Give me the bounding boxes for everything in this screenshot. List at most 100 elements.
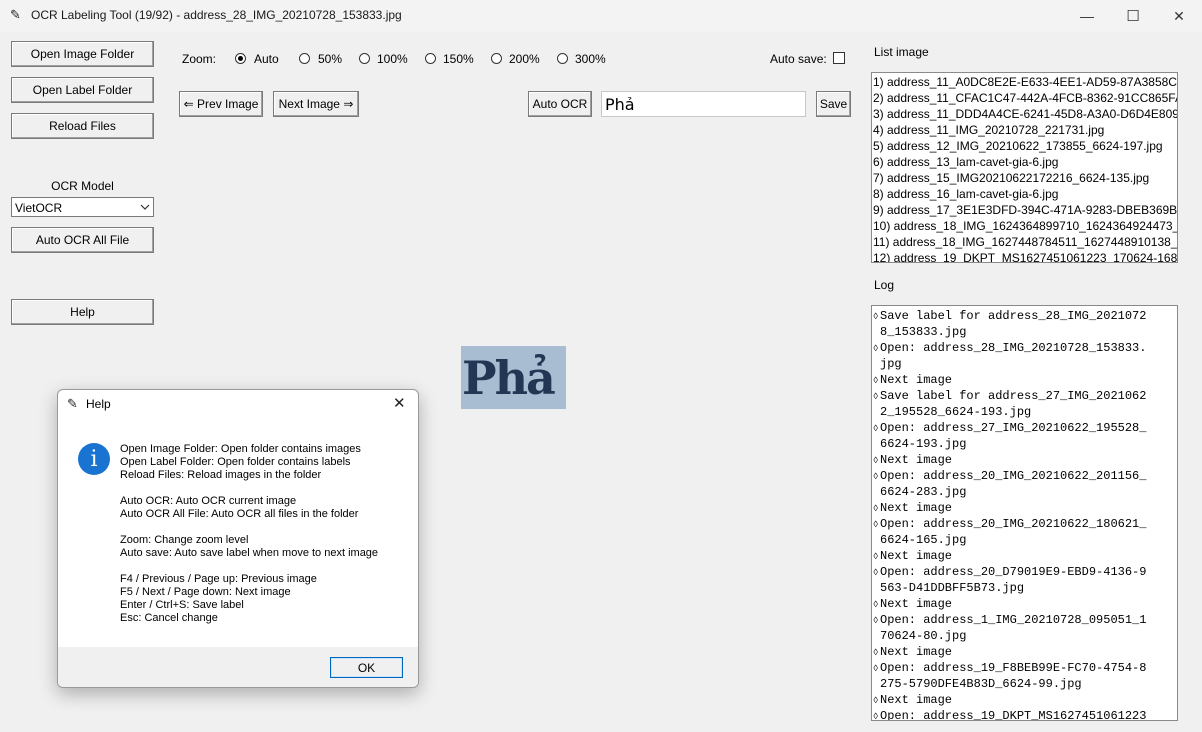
log-textbox[interactable]: ◊ Save label for address_28_IMG_2021072 8_… xyxy=(871,305,1178,721)
log-marker-icon: ◊ xyxy=(873,568,879,578)
log-line-text: Next image xyxy=(880,373,953,387)
log-line: 6624-193.jpg xyxy=(872,436,1177,452)
help-line: Open Label Folder: Open folder contains … xyxy=(120,456,351,468)
auto-save-label: Auto save: xyxy=(770,52,827,66)
dialog-title: Help xyxy=(86,397,111,411)
log-line: 275-5790DFE4B83D_6624-99.jpg xyxy=(872,676,1177,692)
list-item[interactable]: 11) address_18_IMG_1627448784511_1627448… xyxy=(872,234,1177,250)
image-listbox[interactable]: 1) address_11_A0DC8E2E-E633-4EE1-AD59-87… xyxy=(871,72,1178,263)
log-line: ◊ Open: address_20_D79019E9-EBD9-4136-9 xyxy=(872,564,1177,580)
list-item[interactable]: 1) address_11_A0DC8E2E-E633-4EE1-AD59-87… xyxy=(872,74,1177,90)
log-line-text: Next image xyxy=(880,453,953,467)
log-line: 563-D41DDBFF5B73.jpg xyxy=(872,580,1177,596)
list-item[interactable]: 5) address_12_IMG_20210622_173855_6624-1… xyxy=(872,138,1177,154)
log-line: 6624-283.jpg xyxy=(872,484,1177,500)
list-item[interactable]: 6) address_13_lam-cavet-gia-6.jpg xyxy=(872,154,1177,170)
radio-icon xyxy=(491,53,502,64)
help-line xyxy=(120,521,410,534)
help-line: Enter / Ctrl+S: Save label xyxy=(120,599,244,611)
ocr-model-label: OCR Model xyxy=(51,179,114,193)
help-button[interactable]: Help xyxy=(11,299,154,325)
log-line: jpg xyxy=(872,356,1177,372)
log-line-text: Save label for address_28_IMG_2021072 xyxy=(880,309,1147,323)
auto-save-checkbox[interactable] xyxy=(833,52,845,64)
log-line: ◊ Open: address_1_IMG_20210728_095051_1 xyxy=(872,612,1177,628)
help-line: F5 / Next / Page down: Next image xyxy=(120,586,291,598)
log-marker-icon: ◊ xyxy=(873,312,879,322)
list-item[interactable]: 2) address_11_CFAC1C47-442A-4FCB-8362-91… xyxy=(872,90,1177,106)
ocr-model-select[interactable]: VietOCR xyxy=(11,197,154,217)
minimize-button[interactable]: — xyxy=(1064,0,1110,32)
ok-button[interactable]: OK xyxy=(330,657,403,678)
list-item[interactable]: 7) address_15_IMG20210622172216_6624-135… xyxy=(872,170,1177,186)
help-line: Zoom: Change zoom level xyxy=(120,534,249,546)
help-line: Auto save: Auto save label when move to … xyxy=(120,547,379,559)
log-line: ◊ Next image xyxy=(872,692,1177,708)
maximize-button[interactable]: ☐ xyxy=(1110,0,1156,32)
log-line: ◊ Next image xyxy=(872,500,1177,516)
log-line: ◊ Open: address_28_IMG_20210728_153833. xyxy=(872,340,1177,356)
log-line-text: Open: address_20_IMG_20210622_180621_ xyxy=(880,517,1147,531)
log-marker-icon: ◊ xyxy=(873,392,879,402)
open-image-folder-button[interactable]: Open Image Folder xyxy=(11,41,154,67)
log-line: ◊ Next image xyxy=(872,596,1177,612)
label-input-value: Phả xyxy=(605,95,635,114)
zoom-option-label: 200% xyxy=(509,52,540,66)
zoom-option-label: 100% xyxy=(377,52,408,66)
list-item[interactable]: 9) address_17_3E1E3DFD-394C-471A-9283-DB… xyxy=(872,202,1177,218)
dialog-close-icon[interactable]: ✕ xyxy=(393,394,406,412)
log-marker-icon: ◊ xyxy=(873,424,879,434)
chevron-down-icon xyxy=(140,204,150,210)
log-marker-icon: ◊ xyxy=(873,504,879,514)
radio-icon xyxy=(359,53,370,64)
list-item[interactable]: 4) address_11_IMG_20210728_221731.jpg xyxy=(872,122,1177,138)
list-item[interactable]: 10) address_18_IMG_1624364899710_1624364… xyxy=(872,218,1177,234)
log-line-text: jpg xyxy=(880,357,902,371)
list-item[interactable]: 8) address_16_lam-cavet-gia-6.jpg xyxy=(872,186,1177,202)
close-button[interactable]: ✕ xyxy=(1156,0,1202,32)
log-line-text: 2_195528_6624-193.jpg xyxy=(880,405,1032,419)
log-marker-icon: ◊ xyxy=(873,552,879,562)
label-input[interactable]: Phả xyxy=(601,91,806,117)
log-line: 2_195528_6624-193.jpg xyxy=(872,404,1177,420)
log-marker-icon: ◊ xyxy=(873,696,879,706)
log-line-text: 8_153833.jpg xyxy=(880,325,967,339)
help-line: Auto OCR All File: Auto OCR all files in… xyxy=(120,508,359,520)
log-marker-icon: ◊ xyxy=(873,648,879,658)
auto-ocr-all-button[interactable]: Auto OCR All File xyxy=(11,227,154,253)
zoom-option-label: Auto xyxy=(254,52,279,66)
log-line-text: Next image xyxy=(880,501,953,515)
log-line-text: Open: address_19_F8BEB99E-FC70-4754-8 xyxy=(880,661,1147,675)
list-item[interactable]: 12) address_19_DKPT_MS1627451061223_1706… xyxy=(872,250,1177,262)
next-image-button[interactable]: Next Image ⇒ xyxy=(273,91,359,117)
dialog-footer: OK xyxy=(58,647,418,687)
reload-files-button[interactable]: Reload Files xyxy=(11,113,154,139)
open-label-folder-button[interactable]: Open Label Folder xyxy=(11,77,154,103)
window-title: OCR Labeling Tool (19/92) - address_28_I… xyxy=(31,8,402,22)
title-bar[interactable]: ✎ OCR Labeling Tool (19/92) - address_28… xyxy=(0,0,1202,32)
log-line-text: 563-D41DDBFF5B73.jpg xyxy=(880,581,1025,595)
ocr-model-value: VietOCR xyxy=(15,201,63,215)
log-line-text: Open: address_28_IMG_20210728_153833. xyxy=(880,341,1147,355)
log-marker-icon: ◊ xyxy=(873,344,879,354)
log-marker-icon: ◊ xyxy=(873,664,879,674)
close-icon: ✕ xyxy=(1173,7,1185,24)
save-button[interactable]: Save xyxy=(816,91,851,117)
log-line-text: 6624-165.jpg xyxy=(880,533,967,547)
log-line-text: 6624-193.jpg xyxy=(880,437,967,451)
log-line-text: Next image xyxy=(880,693,953,707)
list-item[interactable]: 3) address_11_DDD4A4CE-6241-45D8-A3A0-D6… xyxy=(872,106,1177,122)
log-line-text: Open: address_20_D79019E9-EBD9-4136-9 xyxy=(880,565,1147,579)
radio-icon xyxy=(557,53,568,64)
log-line: ◊ Open: address_20_IMG_20210622_201156_ xyxy=(872,468,1177,484)
log-marker-icon: ◊ xyxy=(873,376,879,386)
log-marker-icon: ◊ xyxy=(873,472,879,482)
log-line: ◊ Open: address_27_IMG_20210622_195528_ xyxy=(872,420,1177,436)
dialog-feather-icon: ✎ xyxy=(67,396,78,411)
prev-image-button[interactable]: ⇐ Prev Image xyxy=(179,91,263,117)
log-line-text: Next image xyxy=(880,597,953,611)
log-line: ◊ Save label for address_27_IMG_2021062 xyxy=(872,388,1177,404)
log-marker-icon: ◊ xyxy=(873,616,879,626)
log-marker-icon: ◊ xyxy=(873,600,879,610)
auto-ocr-button[interactable]: Auto OCR xyxy=(528,91,592,117)
